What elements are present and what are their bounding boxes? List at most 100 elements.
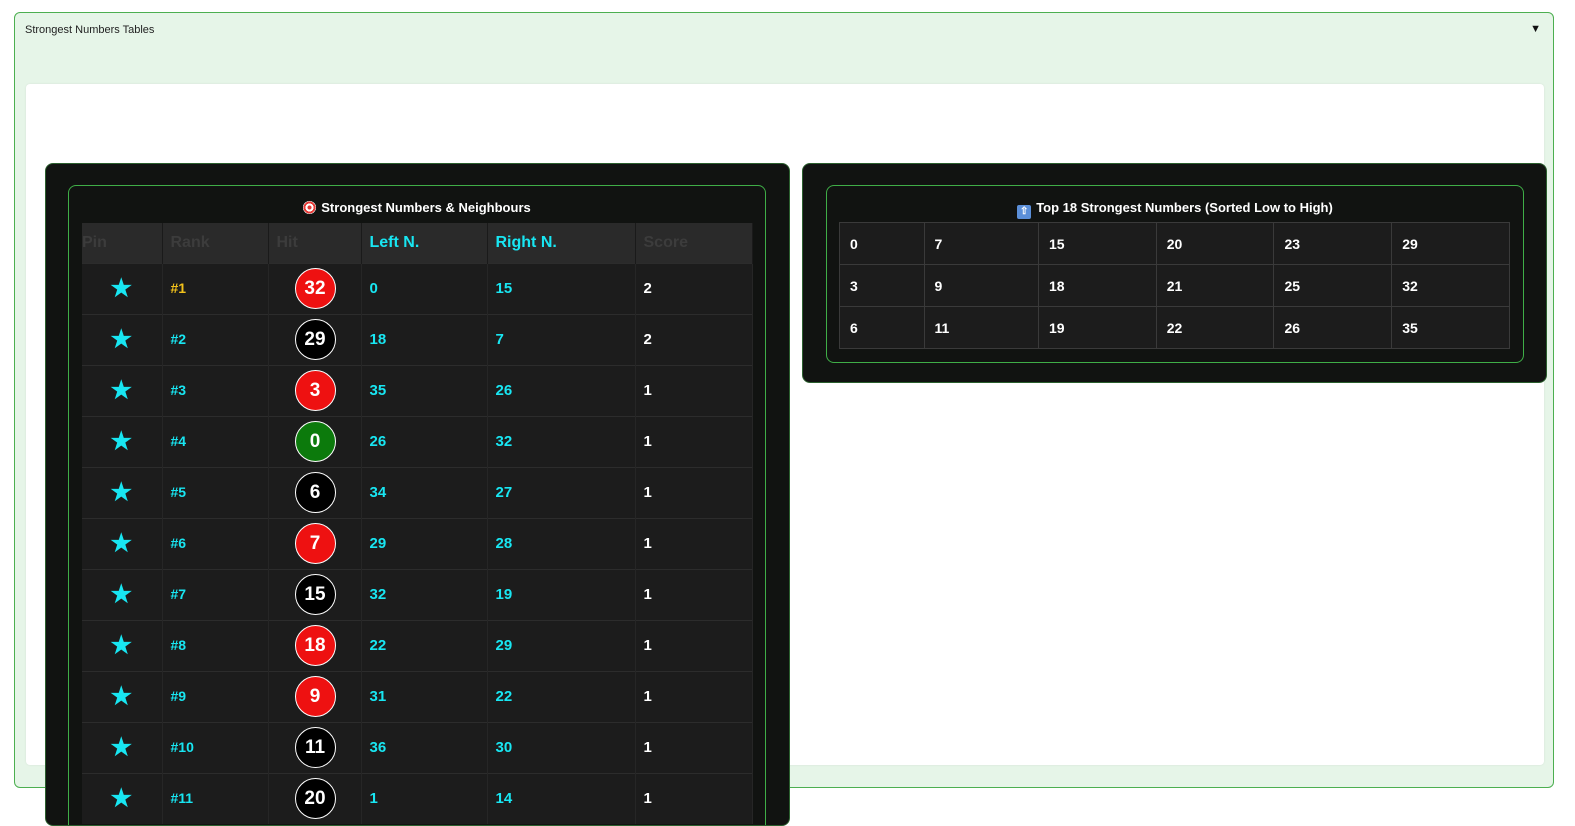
table-row: ★ #5 6 34 27 1 [82,466,753,518]
star-icon[interactable]: ★ [110,377,132,404]
rank-label: #7 [170,586,187,602]
rank-cell: #11 [162,772,269,824]
score-cell: 2 [635,313,753,365]
grid-row: 3 9 18 21 25 32 [839,264,1510,307]
left-neighbour-cell: 1 [361,772,488,824]
rank-cell: #8 [162,619,269,671]
right-neighbour-cell: 28 [487,517,636,569]
star-icon[interactable]: ★ [110,683,132,710]
right-neighbour-cell: 29 [487,619,636,671]
left-neighbour-cell: 26 [361,415,488,467]
rank-cell: #5 [162,466,269,518]
arrow-up-icon: ⇧ [1017,205,1032,219]
rank-cell: #7 [162,568,269,620]
accordion-header[interactable]: Strongest Numbers Tables ▼ [15,13,1553,49]
grid-cell: 15 [1037,222,1157,265]
rank-label: #4 [170,433,187,449]
pin-cell: ★ [82,262,163,314]
table-row: ★ #7 15 32 19 1 [82,568,753,620]
hit-number-ball: 32 [294,268,336,309]
grid-cell: 9 [923,264,1039,307]
right-neighbour-cell: 27 [487,466,636,518]
header-hit[interactable]: Hit [268,223,362,263]
accordion-title: Strongest Numbers Tables [25,24,155,36]
rank-label: #8 [170,637,187,653]
table-row: ★ #6 7 29 28 1 [82,517,753,569]
right-neighbour-cell: 14 [487,772,636,824]
hit-number-ball: 20 [294,778,336,820]
right-neighbour-cell: 19 [487,568,636,620]
grid-row: 6 11 19 22 26 35 [839,306,1510,349]
left-neighbour-cell: 18 [361,313,488,365]
score-cell: 1 [635,772,753,824]
right-neighbour-cell: 15 [487,262,636,314]
grid-cell: 11 [923,306,1039,349]
table-row: ★ #11 20 1 14 1 [82,772,753,824]
pin-cell: ★ [82,619,163,671]
grid-cell: 3 [839,264,925,307]
grid-cell: 35 [1391,306,1510,349]
grid-cell: 26 [1273,306,1393,349]
table-row: ★ #2 29 18 7 2 [82,313,753,365]
strongest-numbers-table: Pin Rank Hit Left N. Right N. Score ★ #1 3… [82,223,753,824]
left-neighbour-cell: 0 [361,262,488,314]
pin-cell: ★ [82,415,163,467]
grid-cell: 22 [1155,306,1275,349]
header-left-neighbour[interactable]: Left N. [361,223,488,263]
star-icon[interactable]: ★ [110,428,132,455]
left-neighbour-cell: 29 [361,517,488,569]
top18-panel: ⇧ Top 18 Strongest Numbers (Sorted Low to… [802,163,1547,383]
star-icon[interactable]: ★ [110,785,132,812]
score-cell: 1 [635,568,753,620]
hit-number-ball: 6 [294,472,336,513]
header-rank[interactable]: Rank [162,223,269,263]
strongest-numbers-accordion: Strongest Numbers Tables ▼ Strongest Num… [14,12,1554,826]
rank-label: #1 [170,280,187,296]
grid-cell: 32 [1391,264,1510,307]
right-neighbour-cell: 26 [487,364,636,416]
table-row: ★ #10 11 36 30 1 [82,721,753,773]
star-icon[interactable]: ★ [110,275,132,302]
hit-number-ball: 0 [294,421,336,462]
header-score[interactable]: Score [635,223,753,263]
grid-cell: 20 [1155,222,1275,265]
star-icon[interactable]: ★ [110,632,132,659]
rank-cell: #10 [162,721,269,773]
star-icon[interactable]: ★ [110,581,132,608]
hit-number-ball: 15 [294,574,336,615]
rank-label: #3 [170,382,187,398]
table-row: ★ #4 0 26 32 1 [82,415,753,467]
rank-cell: #2 [162,313,269,365]
hit-cell: 9 [268,670,362,722]
pin-cell: ★ [82,772,163,824]
rank-label: #5 [170,484,187,500]
header-pin[interactable]: Pin [82,223,163,263]
pin-cell: ★ [82,670,163,722]
pin-cell: ★ [82,568,163,620]
score-cell: 1 [635,670,753,722]
hit-number-ball: 9 [294,676,336,717]
table-row: ★ #9 9 31 22 1 [82,670,753,722]
score-cell: 1 [635,619,753,671]
rank-cell: #6 [162,517,269,569]
accordion-content: Strongest Numbers & Neighbours Pin Rank … [26,84,1547,826]
star-icon[interactable]: ★ [110,530,132,557]
star-icon[interactable]: ★ [110,479,132,506]
rank-label: #10 [170,739,194,755]
table-header-row: Pin Rank Hit Left N. Right N. Score [82,223,753,263]
hit-number-ball: 11 [294,727,336,768]
grid-cell: 0 [839,222,925,265]
top18-table: 0 7 15 20 23 29 3 9 18 21 25 32 6 11 19 22 26 35 [839,222,1510,349]
star-icon[interactable]: ★ [110,326,132,353]
hit-cell: 32 [268,262,362,314]
header-right-neighbour[interactable]: Right N. [487,223,636,263]
rank-cell: #9 [162,670,269,722]
star-icon[interactable]: ★ [110,734,132,761]
pin-cell: ★ [82,364,163,416]
grid-cell: 21 [1155,264,1275,307]
hit-number-ball: 3 [294,370,336,411]
pin-cell: ★ [82,466,163,518]
score-cell: 2 [635,262,753,314]
grid-cell: 23 [1273,222,1393,265]
chevron-down-icon[interactable]: ▼ [1530,23,1541,35]
